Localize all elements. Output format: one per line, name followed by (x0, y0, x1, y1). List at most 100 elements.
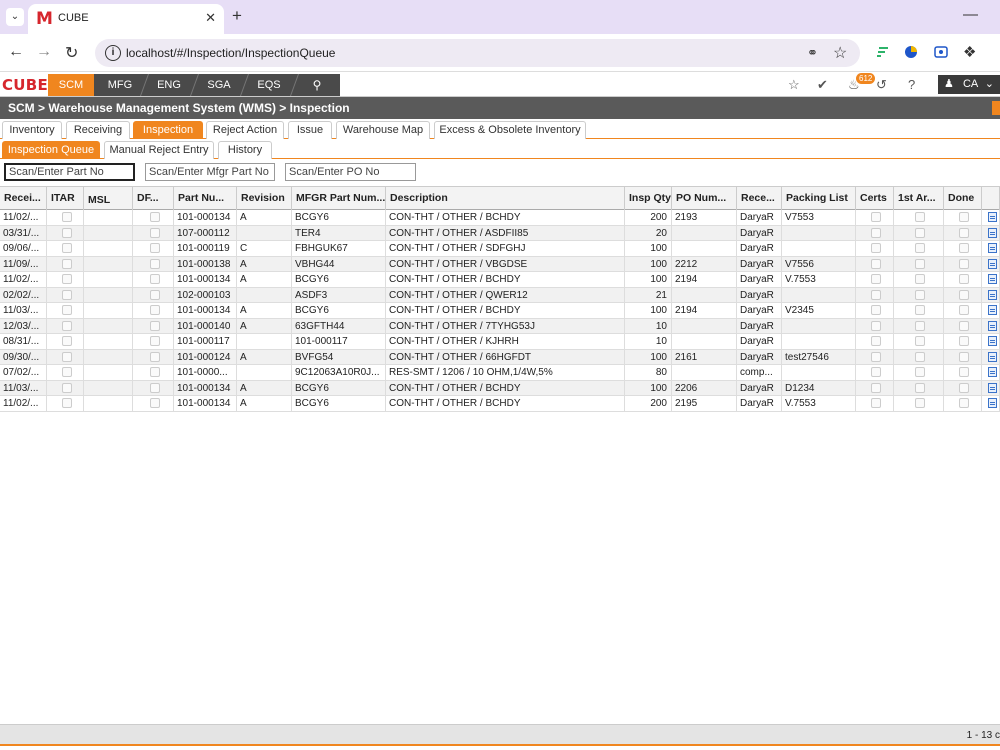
done-checkbox[interactable] (959, 336, 969, 346)
column-header-first-article[interactable]: 1st Ar... (894, 187, 944, 210)
tab-receiving[interactable]: Receiving (66, 121, 130, 139)
column-header-receiver[interactable]: Rece... (737, 187, 782, 210)
favorite-star-icon[interactable]: ☆ (788, 77, 800, 93)
itar-checkbox[interactable] (61, 382, 72, 393)
table-row[interactable]: 08/31/... 101-000117 101-000117 CON-THT / O… (0, 334, 1000, 350)
itar-checkbox[interactable] (61, 212, 72, 222)
module-eqs[interactable]: EQS (247, 74, 291, 96)
column-header-insp-qty[interactable]: Insp Qty (625, 187, 672, 210)
first-article-checkbox[interactable] (915, 351, 925, 362)
done-checkbox[interactable] (959, 274, 969, 284)
part-no-input[interactable] (4, 163, 135, 181)
extensions-puzzle-icon[interactable]: ❖ (963, 43, 976, 61)
column-header-description[interactable]: Description (386, 187, 625, 210)
inspect-form-icon[interactable] (987, 289, 997, 300)
done-checkbox[interactable] (959, 351, 969, 362)
minimize-window-icon[interactable]: — (963, 6, 978, 23)
bookmark-star-icon[interactable]: ☆ (833, 43, 847, 63)
itar-checkbox[interactable] (61, 305, 72, 315)
itar-checkbox[interactable] (61, 243, 72, 253)
table-row[interactable]: 11/02/... 101-000134 A BCGY6 CON-THT / OTHER… (0, 272, 1000, 288)
table-row[interactable]: 11/02/... 101-000134 A BCGY6 CON-THT / OTHER… (0, 396, 1000, 412)
tab-reject-action[interactable]: Reject Action (206, 121, 284, 139)
done-checkbox[interactable] (959, 367, 969, 377)
done-checkbox[interactable] (959, 320, 969, 331)
itar-checkbox[interactable] (61, 274, 72, 284)
certs-checkbox[interactable] (871, 258, 881, 269)
df-checkbox[interactable] (149, 274, 160, 284)
column-header-certs[interactable]: Certs (856, 187, 894, 210)
module-sga[interactable]: SGA (197, 74, 241, 96)
df-checkbox[interactable] (149, 258, 160, 269)
url-text[interactable]: localhost/#/Inspection/InspectionQueue (126, 46, 335, 60)
column-header-packing-list[interactable]: Packing List (782, 187, 856, 210)
column-header-msl[interactable]: MSL (84, 187, 133, 210)
df-checkbox[interactable] (149, 243, 160, 253)
browser-tab[interactable]: M CUBE ✕ (28, 4, 224, 34)
reload-icon[interactable]: ↻ (65, 43, 78, 63)
table-row[interactable]: 11/03/... 101-000134 A BCGY6 CON-THT / OTHER… (0, 380, 1000, 396)
done-checkbox[interactable] (959, 305, 969, 315)
table-row[interactable]: 12/03/... 101-000140 A 63GFTH44 CON-THT / OT… (0, 318, 1000, 334)
module-mfg[interactable]: MFG (98, 74, 142, 96)
done-checkbox[interactable] (959, 398, 969, 408)
first-article-checkbox[interactable] (915, 243, 925, 253)
close-tab-icon[interactable]: ✕ (205, 10, 216, 26)
tab-excess-obsolete-inventory[interactable]: Excess & Obsolete Inventory (434, 121, 586, 139)
tab-inspection-queue[interactable]: Inspection Queue (2, 141, 100, 159)
df-checkbox[interactable] (149, 227, 160, 238)
tab-inspection[interactable]: Inspection (133, 121, 203, 139)
first-article-checkbox[interactable] (915, 336, 925, 346)
back-icon[interactable]: ← (8, 43, 24, 61)
certs-checkbox[interactable] (871, 227, 881, 238)
table-row[interactable]: 11/02/... 101-000134 A BCGY6 CON-THT / OTHER… (0, 210, 1000, 226)
inspect-form-icon[interactable] (987, 367, 997, 377)
table-row[interactable]: 03/31/... 107-000112 TER4 CON-THT / OTHER /… (0, 225, 1000, 241)
forward-icon[interactable]: → (36, 43, 52, 61)
done-checkbox[interactable] (959, 227, 969, 238)
first-article-checkbox[interactable] (915, 212, 925, 222)
inspect-form-icon[interactable] (987, 305, 997, 315)
address-bar[interactable]: i localhost/#/Inspection/InspectionQueue… (95, 39, 860, 67)
column-header-done[interactable]: Done (944, 187, 982, 210)
column-header-part-number[interactable]: Part Nu... (174, 187, 237, 210)
table-row[interactable]: 07/02/... 101-0000... 9C12063A10R0J... RES-… (0, 365, 1000, 381)
first-article-checkbox[interactable] (915, 382, 925, 393)
tab-list-icon[interactable]: ⌄ (6, 8, 24, 26)
tab-inventory[interactable]: Inventory (2, 121, 62, 139)
certs-checkbox[interactable] (871, 336, 881, 346)
itar-checkbox[interactable] (61, 351, 72, 362)
itar-checkbox[interactable] (61, 398, 72, 408)
module-scm[interactable]: SCM (48, 74, 94, 96)
df-checkbox[interactable] (149, 351, 160, 362)
tab-warehouse-map[interactable]: Warehouse Map (336, 121, 430, 139)
column-header-mfgr-part-number[interactable]: MFGR Part Num... (292, 187, 386, 210)
user-menu[interactable]: ♟ CA ⌄ (938, 75, 1000, 94)
df-checkbox[interactable] (149, 336, 160, 346)
first-article-checkbox[interactable] (915, 305, 925, 315)
column-header-itar[interactable]: ITAR (47, 187, 84, 210)
certs-checkbox[interactable] (871, 243, 881, 253)
certs-checkbox[interactable] (871, 351, 881, 362)
itar-checkbox[interactable] (61, 289, 72, 300)
site-info-icon[interactable]: i (105, 45, 121, 61)
certs-checkbox[interactable] (871, 212, 881, 222)
itar-checkbox[interactable] (61, 336, 72, 346)
inspect-form-icon[interactable] (987, 382, 997, 393)
first-article-checkbox[interactable] (915, 289, 925, 300)
df-checkbox[interactable] (149, 320, 160, 331)
column-header-revision[interactable]: Revision (237, 187, 292, 210)
done-checkbox[interactable] (959, 382, 969, 393)
column-header-df[interactable]: DF... (133, 187, 174, 210)
inspect-form-icon[interactable] (987, 336, 997, 346)
new-tab-icon[interactable]: + (232, 6, 242, 26)
inspect-form-icon[interactable] (987, 243, 997, 253)
certs-checkbox[interactable] (871, 274, 881, 284)
table-row[interactable]: 11/09/... 101-000138 A VBHG44 CON-THT / OTHE… (0, 256, 1000, 272)
history-icon[interactable]: ↺ (876, 77, 887, 93)
inspect-form-icon[interactable] (987, 398, 997, 408)
column-header-po-number[interactable]: PO Num... (672, 187, 737, 210)
itar-checkbox[interactable] (61, 320, 72, 331)
df-checkbox[interactable] (149, 289, 160, 300)
df-checkbox[interactable] (149, 212, 160, 222)
